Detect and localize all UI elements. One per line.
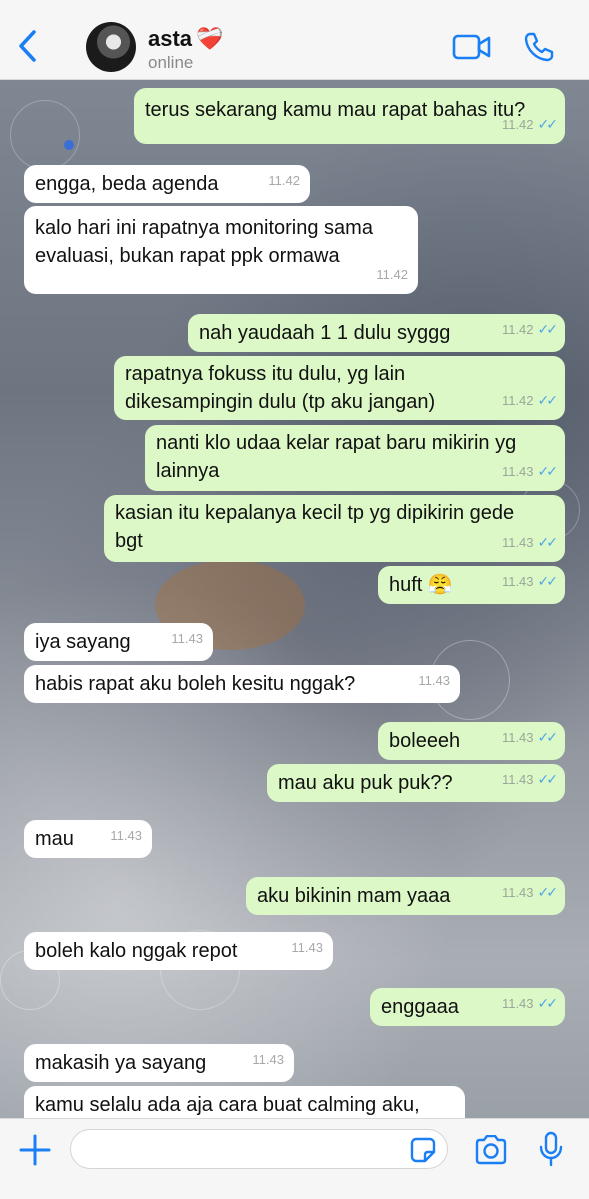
read-ticks-icon: ✓✓ xyxy=(537,573,559,589)
sticker-icon xyxy=(410,1137,436,1163)
microphone-icon xyxy=(539,1131,563,1167)
message-bubble-incoming[interactable]: boleh kalo nggak repot 11.43 xyxy=(24,932,333,970)
message-time: 11.43 xyxy=(501,772,534,787)
message-text: nanti klo udaa kelar rapat baru mikirin … xyxy=(156,432,517,482)
read-ticks-icon: ✓✓ xyxy=(537,729,559,745)
plus-icon xyxy=(19,1134,51,1166)
message-meta: 11.43 ✓✓ xyxy=(501,989,559,1018)
message-time: 11.42 xyxy=(501,117,534,132)
message-time: 11.43 xyxy=(418,673,450,688)
attach-button[interactable] xyxy=(18,1133,52,1167)
message-text: makasih ya sayang xyxy=(35,1052,207,1074)
message-time: 11.42 xyxy=(501,393,534,408)
message-bubble-outgoing[interactable]: terus sekarang kamu mau rapat bahas itu?… xyxy=(134,88,565,144)
camera-icon xyxy=(475,1134,507,1165)
message-bubble-outgoing[interactable]: nah yaudaah 1 1 dulu syggg 11.42 ✓✓ xyxy=(188,314,565,352)
message-time: 11.43 xyxy=(171,631,203,646)
contact-name-row[interactable]: asta ❤️‍🩹 xyxy=(148,26,223,52)
read-ticks-icon: ✓✓ xyxy=(537,392,559,408)
message-text: rapatnya fokuss itu dulu, yg lain dikesa… xyxy=(125,363,436,413)
message-meta: 11.43 ✓✓ xyxy=(501,457,559,486)
message-text: kamu selalu ada aja cara buat calming ak… xyxy=(35,1094,420,1116)
message-time: 11.42 xyxy=(376,267,408,282)
message-bubble-incoming[interactable]: iya sayang 11.43 xyxy=(24,623,213,661)
read-ticks-icon: ✓✓ xyxy=(537,463,559,479)
message-bubble-outgoing[interactable]: mau aku puk puk?? 11.43 ✓✓ xyxy=(267,764,565,802)
message-bubble-incoming[interactable]: mau 11.43 xyxy=(24,820,152,858)
message-time: 11.43 xyxy=(291,940,323,955)
message-input-bar xyxy=(0,1118,589,1199)
message-bubble-outgoing[interactable]: aku bikinin mam yaaa 11.43 ✓✓ xyxy=(246,877,565,915)
read-ticks-icon: ✓✓ xyxy=(537,771,559,787)
message-meta: 11.43 ✓✓ xyxy=(501,528,559,557)
message-time: 11.43 xyxy=(501,996,534,1011)
read-ticks-icon: ✓✓ xyxy=(537,995,559,1011)
read-ticks-icon: ✓✓ xyxy=(537,884,559,900)
camera-button[interactable] xyxy=(474,1134,508,1165)
message-bubble-outgoing[interactable]: enggaaa 11.43 ✓✓ xyxy=(370,988,565,1026)
video-call-icon xyxy=(452,34,491,60)
message-text: engga, beda agenda xyxy=(35,173,219,195)
contact-status: online xyxy=(148,53,194,72)
wallpaper-bokeh xyxy=(10,100,80,170)
message-time: 11.43 xyxy=(252,1052,284,1067)
message-text: boleh kalo nggak repot xyxy=(35,940,238,962)
message-meta: 11.43 ✓✓ xyxy=(501,765,559,794)
message-meta: 11.43 ✓✓ xyxy=(501,723,559,752)
message-bubble-outgoing[interactable]: kasian itu kepalanya kecil tp yg dipikir… xyxy=(104,495,565,562)
back-chevron-icon xyxy=(19,30,36,62)
message-input[interactable] xyxy=(70,1129,448,1169)
message-bubble-incoming[interactable]: habis rapat aku boleh kesitu nggak? 11.4… xyxy=(24,665,460,703)
voice-call-button[interactable] xyxy=(522,30,556,64)
contact-avatar[interactable] xyxy=(86,22,136,72)
message-meta: 11.43 ✓✓ xyxy=(501,567,559,596)
message-time: 11.43 xyxy=(501,885,534,900)
message-bubble-outgoing[interactable]: huft 😤 11.43 ✓✓ xyxy=(378,566,565,604)
voice-message-button[interactable] xyxy=(538,1131,564,1169)
message-meta: 11.42 ✓✓ xyxy=(501,386,559,415)
message-meta: 11.43 ✓✓ xyxy=(501,878,559,907)
message-bubble-incoming[interactable]: engga, beda agenda 11.42 xyxy=(24,165,310,203)
message-time: 11.43 xyxy=(110,828,142,843)
contact-name: asta xyxy=(148,26,193,51)
message-bubble-incoming[interactable]: makasih ya sayang 11.43 xyxy=(24,1044,294,1082)
message-time: 11.43 xyxy=(501,574,534,589)
phone-icon xyxy=(524,32,554,62)
back-button[interactable] xyxy=(12,26,46,66)
message-bubble-outgoing[interactable]: boleeeh 11.43 ✓✓ xyxy=(378,722,565,760)
message-text: habis rapat aku boleh kesitu nggak? xyxy=(35,673,356,695)
message-text: kalo hari ini rapatnya monitoring sama e… xyxy=(35,217,373,267)
message-time: 11.42 xyxy=(268,173,300,188)
message-bubble-incoming[interactable]: kalo hari ini rapatnya monitoring sama e… xyxy=(24,206,418,294)
chat-header: asta ❤️‍🩹 online xyxy=(0,0,589,80)
message-meta: 11.42 ✓✓ xyxy=(501,110,559,139)
message-bubble-outgoing[interactable]: nanti klo udaa kelar rapat baru mikirin … xyxy=(145,425,565,491)
message-time: 11.43 xyxy=(501,535,534,550)
sticker-button[interactable] xyxy=(410,1137,436,1163)
read-ticks-icon: ✓✓ xyxy=(537,116,559,132)
message-text: kasian itu kepalanya kecil tp yg dipikir… xyxy=(115,502,515,552)
mending-heart-emoji: ❤️‍🩹 xyxy=(196,26,224,51)
read-ticks-icon: ✓✓ xyxy=(537,534,559,550)
read-ticks-icon: ✓✓ xyxy=(537,321,559,337)
wallpaper-bokeh xyxy=(64,140,74,150)
message-bubble-outgoing[interactable]: rapatnya fokuss itu dulu, yg lain dikesa… xyxy=(114,356,565,420)
chat-area[interactable]: terus sekarang kamu mau rapat bahas itu?… xyxy=(0,80,589,1118)
video-call-button[interactable] xyxy=(452,32,492,62)
message-bubble-incoming[interactable]: kamu selalu ada aja cara buat calming ak… xyxy=(24,1086,465,1118)
message-meta: 11.42 ✓✓ xyxy=(501,315,559,344)
message-time: 11.42 xyxy=(501,322,534,337)
message-time: 11.43 xyxy=(501,464,534,479)
message-time: 11.43 xyxy=(501,730,534,745)
message-text: terus sekarang kamu mau rapat bahas itu? xyxy=(145,99,526,121)
